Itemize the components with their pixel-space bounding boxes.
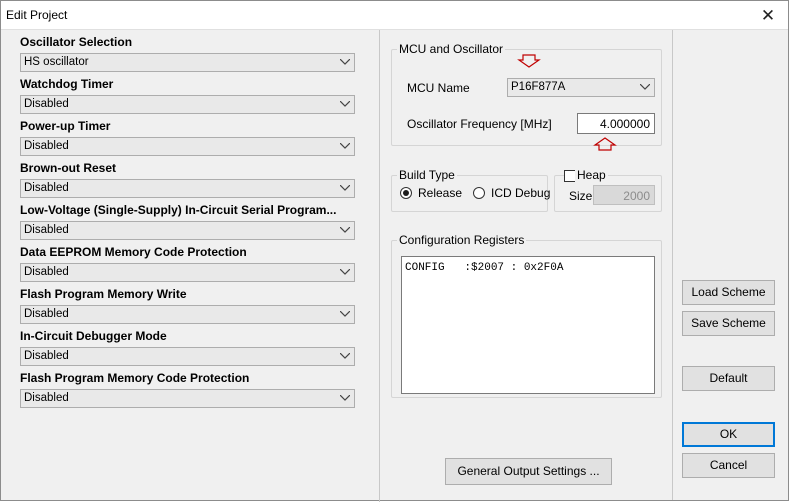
- general-output-settings-button[interactable]: General Output Settings ...: [445, 458, 612, 485]
- dialog-title: Edit Project: [6, 8, 68, 22]
- dropdown-value: Disabled: [24, 350, 69, 362]
- setting-dropdown[interactable]: Disabled: [20, 263, 355, 282]
- setting-label: Oscillator Selection: [20, 35, 133, 49]
- chevron-down-icon: [337, 264, 354, 281]
- dropdown-value: Disabled: [24, 266, 69, 278]
- dropdown-value: Disabled: [24, 182, 69, 194]
- dropdown-value: HS oscillator: [24, 56, 89, 68]
- configuration-registers-group: Configuration Registers CONFIG :$2007 : …: [391, 233, 662, 398]
- setting-label: Flash Program Memory Write: [20, 287, 187, 301]
- setting-flash-write: Flash Program Memory Write Disabled: [20, 287, 355, 324]
- setting-brown-out-reset: Brown-out Reset Disabled: [20, 161, 355, 198]
- setting-oscillator-selection: Oscillator Selection HS oscillator: [20, 35, 355, 72]
- group-title: Build Type: [397, 168, 457, 182]
- group-title: MCU and Oscillator: [397, 42, 506, 56]
- dropdown-value: Disabled: [24, 392, 69, 404]
- heap-size-input[interactable]: 2000: [593, 185, 655, 205]
- setting-data-eeprom-protection: Data EEPROM Memory Code Protection Disab…: [20, 245, 355, 282]
- release-radio[interactable]: [400, 187, 412, 199]
- chevron-down-icon: [337, 96, 354, 113]
- dropdown-value: Disabled: [24, 140, 69, 152]
- config-bits-panel: Oscillator Selection HS oscillator Watch…: [8, 30, 380, 502]
- title-bar: Edit Project ✕: [1, 1, 788, 30]
- chevron-down-icon: [337, 222, 354, 239]
- chevron-down-icon: [337, 138, 354, 155]
- dropdown-value: Disabled: [24, 308, 69, 320]
- load-scheme-button[interactable]: Load Scheme: [682, 280, 775, 305]
- setting-dropdown[interactable]: Disabled: [20, 347, 355, 366]
- setting-label: Watchdog Timer: [20, 77, 114, 91]
- chevron-down-icon: [337, 348, 354, 365]
- group-title: Configuration Registers: [397, 233, 527, 247]
- heap-group: Heap Size 2000: [554, 168, 662, 212]
- dropdown-value: Disabled: [24, 98, 69, 110]
- setting-label: Power-up Timer: [20, 119, 111, 133]
- setting-dropdown[interactable]: Disabled: [20, 95, 355, 114]
- release-label: Release: [418, 186, 463, 200]
- setting-flash-code-protection: Flash Program Memory Code Protection Dis…: [20, 371, 355, 408]
- mcu-name-label: MCU Name: [407, 81, 470, 95]
- save-scheme-button[interactable]: Save Scheme: [682, 311, 775, 336]
- dropdown-value: P16F877A: [511, 81, 566, 93]
- chevron-down-icon: [337, 306, 354, 323]
- dropdown-value: Disabled: [24, 224, 69, 236]
- chevron-down-icon: [337, 54, 354, 71]
- setting-low-voltage-programming: Low-Voltage (Single-Supply) In-Circuit S…: [20, 203, 355, 240]
- heap-size-label: Size: [569, 189, 593, 203]
- ok-button[interactable]: OK: [682, 422, 775, 447]
- default-button[interactable]: Default: [682, 366, 775, 391]
- setting-label: Flash Program Memory Code Protection: [20, 371, 250, 385]
- oscillator-frequency-input[interactable]: 4.000000: [577, 113, 655, 134]
- setting-dropdown[interactable]: Disabled: [20, 137, 355, 156]
- chevron-down-icon: [337, 180, 354, 197]
- setting-label: Data EEPROM Memory Code Protection: [20, 245, 247, 259]
- setting-label: In-Circuit Debugger Mode: [20, 329, 167, 343]
- edit-project-dialog: Edit Project ✕ Oscillator Selection HS o…: [0, 0, 789, 502]
- up-arrow-annotation-icon: [593, 137, 617, 151]
- icd-debug-radio[interactable]: [473, 187, 485, 199]
- setting-dropdown[interactable]: Disabled: [20, 305, 355, 324]
- close-icon[interactable]: ✕: [748, 1, 788, 30]
- setting-dropdown[interactable]: Disabled: [20, 389, 355, 408]
- configuration-registers-textarea[interactable]: CONFIG :$2007 : 0x2F0A: [401, 256, 655, 394]
- setting-label: Low-Voltage (Single-Supply) In-Circuit S…: [20, 203, 337, 217]
- setting-power-up-timer: Power-up Timer Disabled: [20, 119, 355, 156]
- cancel-button[interactable]: Cancel: [682, 453, 775, 478]
- chevron-down-icon: [637, 79, 654, 96]
- setting-dropdown[interactable]: Disabled: [20, 179, 355, 198]
- icd-debug-label: ICD Debug: [491, 186, 551, 200]
- setting-icd-mode: In-Circuit Debugger Mode Disabled: [20, 329, 355, 366]
- oscillator-frequency-label: Oscillator Frequency [MHz]: [407, 117, 552, 131]
- setting-dropdown[interactable]: Disabled: [20, 221, 355, 240]
- setting-watchdog-timer: Watchdog Timer Disabled: [20, 77, 355, 114]
- down-arrow-annotation-icon: [517, 54, 541, 68]
- chevron-down-icon: [337, 390, 354, 407]
- setting-dropdown[interactable]: HS oscillator: [20, 53, 355, 72]
- mcu-name-dropdown[interactable]: P16F877A: [507, 78, 655, 97]
- setting-label: Brown-out Reset: [20, 161, 116, 175]
- heap-label: Heap: [575, 168, 608, 182]
- build-type-group: Build Type Release ICD Debug: [391, 168, 551, 212]
